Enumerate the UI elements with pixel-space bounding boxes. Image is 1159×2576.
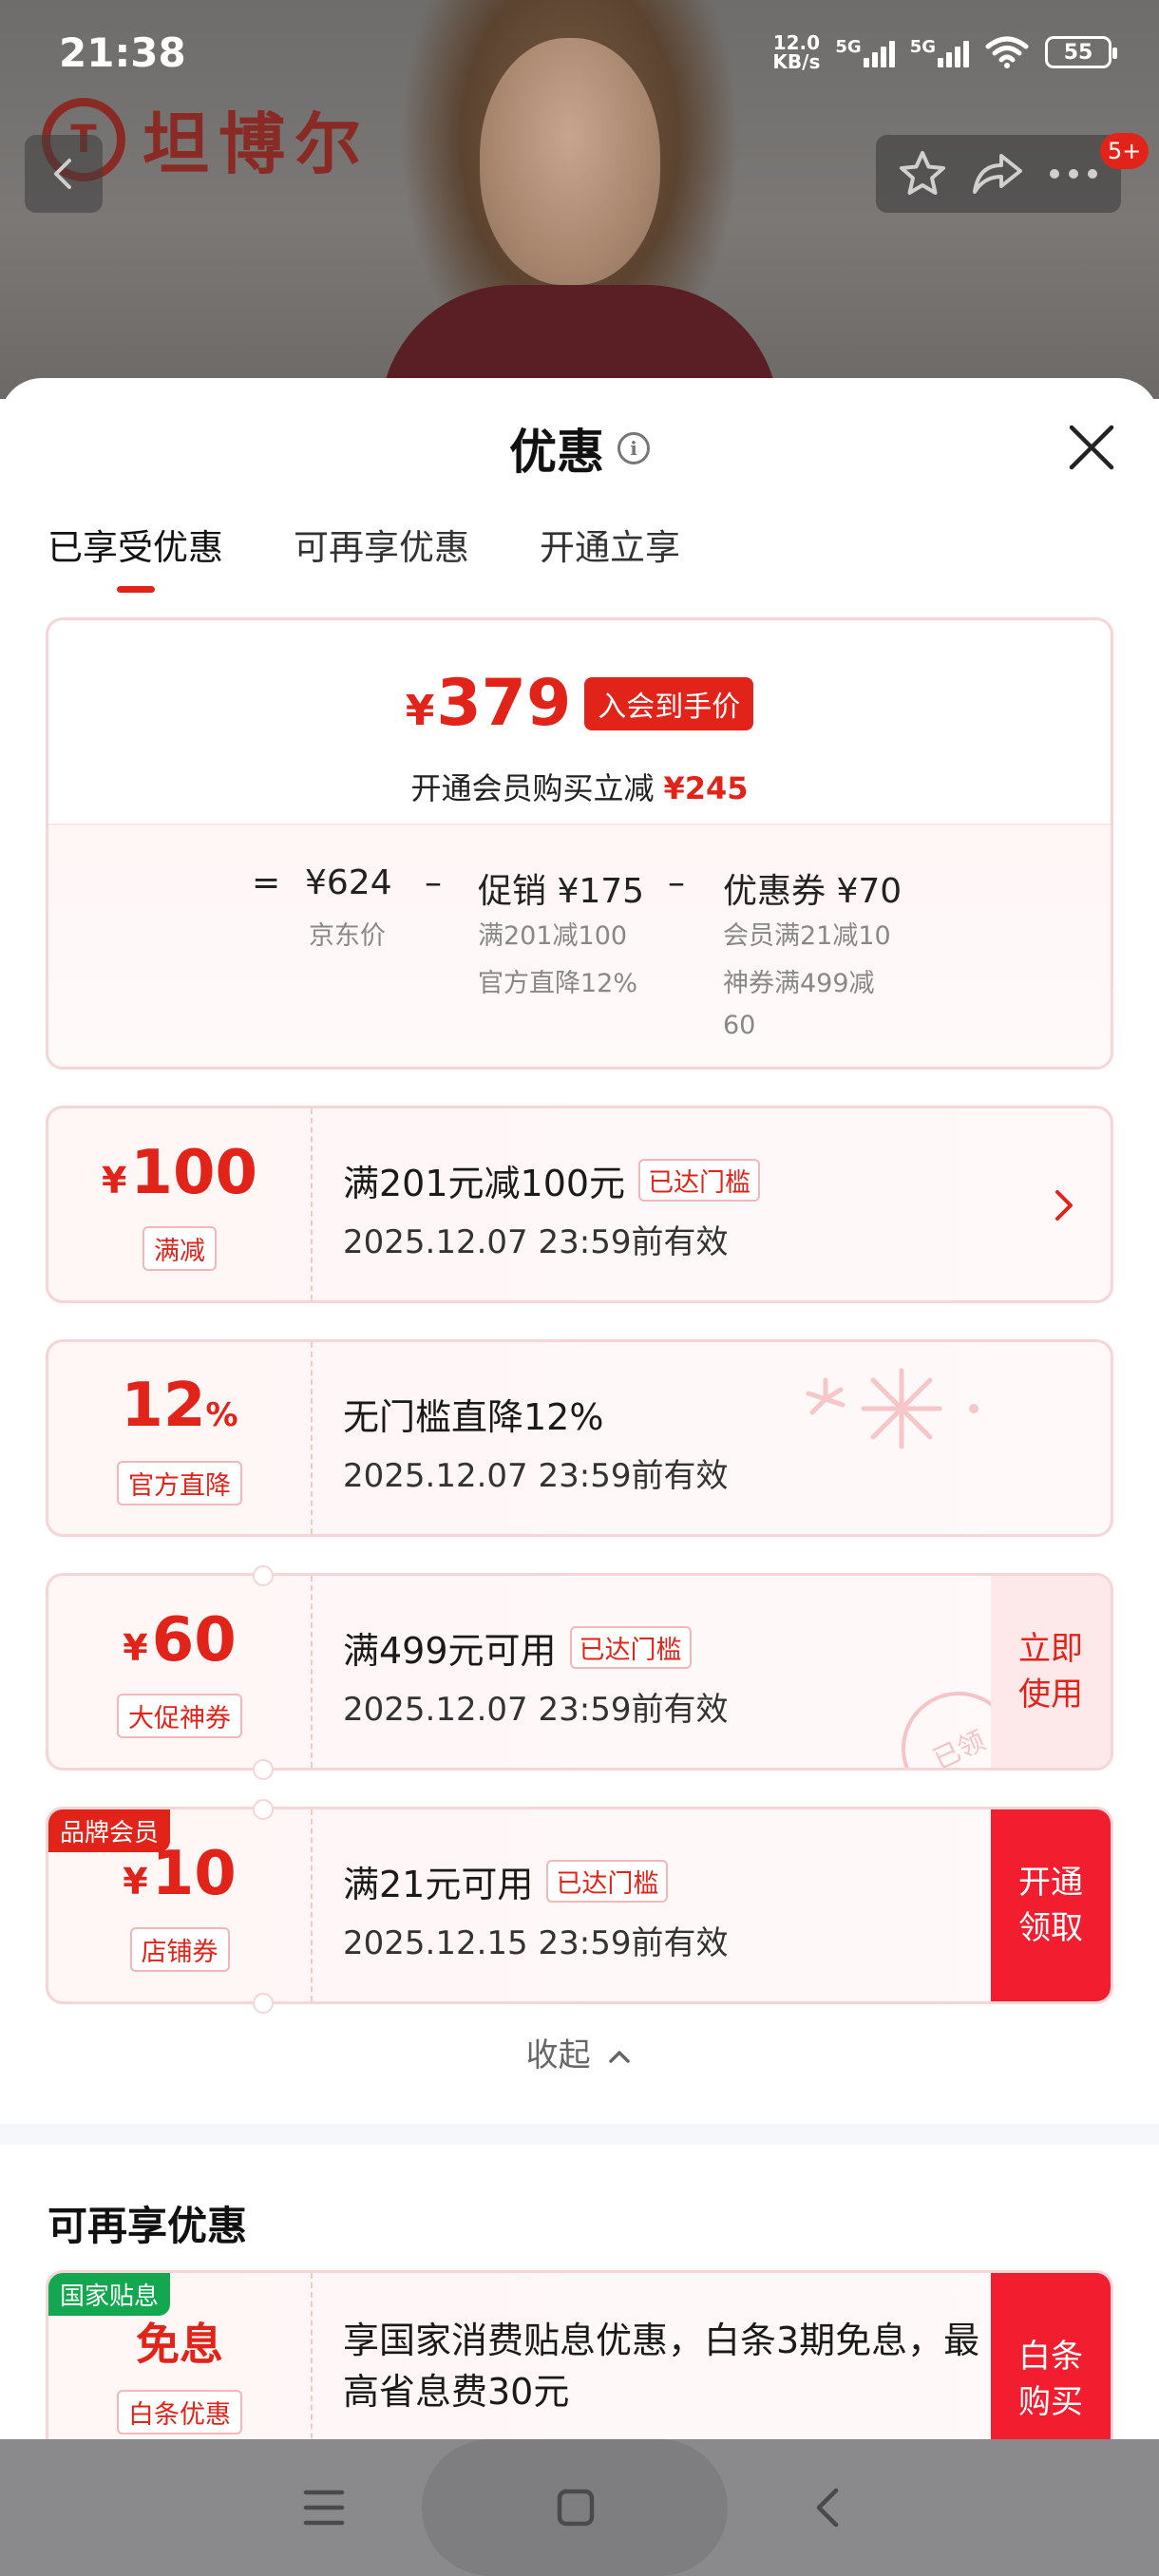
signal-icon [938,37,969,67]
coupon-type-badge: 白条优惠 [117,2389,242,2434]
coupon-divider [311,1809,313,2001]
sim2-signal: 5G [910,37,969,67]
coupon-divider [311,1108,313,1300]
formula-promo: 促销 ¥175 [478,872,645,911]
baitiao-buy-button[interactable]: 白条 购买 [991,2273,1111,2439]
coupon-title: 满201元减100元 [343,1163,626,1204]
top-actions [876,135,1121,213]
formula-coupon-detail: 60 [723,1011,756,1040]
collapse-button[interactable]: 收起 [0,2029,1159,2075]
coupon-card-promo: ¥60 大促神券 满499元可用 已达门槛 2025.12.07 23:59前有效… [46,1573,1113,1771]
share-icon[interactable] [971,150,1024,198]
coupon-type-badge: 店铺券 [129,1926,230,1972]
tab-open-now[interactable]: 开通立享 [540,519,680,593]
coupon-notch [253,1759,274,1780]
section-divider [0,2124,1159,2145]
coupon-divider [311,1342,313,1534]
coupon-title: 满21元可用 [343,1864,534,1905]
sheet-title: 优惠 [509,425,604,480]
price-formula: = ¥624 京东价 – 促销 ¥175 满201减100 官方直降12% – … [48,825,1111,1067]
sim1-signal: 5G [835,37,895,67]
section-title-more-discounts: 可再享优惠 [48,2203,248,2249]
discount-tabs: 已享受优惠 可再享优惠 开通立享 [48,519,680,593]
final-price: ¥379 [405,666,572,741]
coupon-card-interest-free: 国家贴息 免息 白条优惠 享国家消费贴息优惠，白条3期免息，最高省息费30元 白… [46,2270,1113,2439]
formula-promo-detail: 满201减100 [478,921,628,951]
coupon-notch [253,1799,274,1820]
use-now-button[interactable]: 立即 使用 [991,1576,1111,1768]
member-savings-text: 开通会员购买立减 ¥245 [410,770,749,806]
coupon-date: 2025.12.07 23:59前有效 [343,1223,729,1261]
more-icon[interactable] [1047,166,1100,181]
status-bar: 21:38 12.0 KB/s 5G 5G 55 [0,0,1159,104]
status-time: 21:38 [59,28,186,76]
coupon-value: 12% [121,1370,238,1441]
threshold-tag: 已达门槛 [638,1159,761,1202]
back-arrow-icon [54,159,71,189]
open-and-claim-button[interactable]: 开通 领取 [991,1809,1111,2001]
wifi-icon [985,36,1029,68]
discount-sheet: 优惠 i 已享受优惠 可再享优惠 开通立享 ¥379 入会到手价 开通会员购买立… [0,378,1159,2439]
formula-coupon-detail: 会员满21减10 [723,921,891,951]
coupon-value: ¥60 [123,1604,237,1676]
coupon-card-full-reduction[interactable]: ¥100 满减 满201元减100元 已达门槛 2025.12.07 23:59前… [46,1106,1113,1303]
formula-coupon: 优惠券 ¥70 [723,872,902,911]
chevron-up-icon [609,2051,631,2063]
formula-base-label: 京东价 [309,921,386,951]
net-speed: 12.0 KB/s [772,31,821,73]
coupon-card-direct-discount: 12% 官方直降 无门槛直降12% 2025.12.07 23:59前有效 [46,1339,1113,1537]
coupon-notch [253,1993,274,2014]
coupon-type-badge: 官方直降 [117,1460,242,1506]
coupon-date: 2025.12.07 23:59前有效 [343,1691,729,1729]
coupon-title: 无门槛直降12% [343,1396,604,1438]
member-price-tag: 入会到手价 [584,676,754,730]
coupon-card-store: 品牌会员 ¥10 店铺券 满21元可用 已达门槛 2025.12.15 23:59… [46,1807,1113,2004]
coupon-divider [311,2273,313,2439]
coupon-type-badge: 大促神券 [117,1693,242,1738]
signal-icon [863,37,895,67]
formula-promo-detail: 官方直降12% [478,969,638,998]
home-icon[interactable] [555,2487,597,2529]
price-summary-card: ¥379 入会到手价 开通会员购买立减 ¥245 = ¥624 京东价 – 促销 … [46,617,1113,1070]
menu-icon[interactable] [302,2487,346,2529]
threshold-tag: 已达门槛 [546,1860,669,1903]
coupon-value: ¥100 [101,1137,258,1208]
tab-enjoyed[interactable]: 已享受优惠 [48,519,223,593]
star-icon[interactable] [897,148,948,199]
formula-minus: – [668,863,685,902]
back-button[interactable] [25,135,103,213]
coupon-date: 2025.12.15 23:59前有效 [343,1924,729,1962]
coupon-notch [253,1565,274,1586]
formula-minus: – [425,863,442,902]
fireworks-decoration-icon [806,1368,978,1449]
tab-more-available[interactable]: 可再享优惠 [294,519,469,593]
coupon-description: 享国家消费贴息优惠，白条3期免息，最高省息费30元 [343,2320,980,2413]
notification-badge: 5+ [1100,133,1150,169]
coupon-value: ¥10 [123,1838,237,1909]
coupon-type-badge: 满减 [142,1225,217,1271]
close-icon[interactable] [1066,422,1117,473]
formula-base-price: ¥624 [305,863,392,902]
coupon-divider [311,1576,313,1768]
coupon-title: 满499元可用 [343,1630,557,1672]
status-icons: 12.0 KB/s 5G 5G 55 [772,31,1117,73]
chevron-right-icon[interactable] [1052,1186,1076,1224]
battery-icon: 55 [1045,36,1117,68]
brand-name: 坦博尔 [142,105,370,183]
coupon-value: 免息 [136,2318,223,2370]
info-icon[interactable]: i [618,432,650,464]
formula-equals: = [252,863,281,902]
coupon-date: 2025.12.07 23:59前有效 [343,1457,729,1495]
threshold-tag: 已达门槛 [569,1626,692,1669]
nav-back-icon[interactable] [809,2485,844,2530]
sheet-header: 优惠 i [0,378,1159,519]
formula-coupon-detail: 神券满499减 [723,969,875,998]
